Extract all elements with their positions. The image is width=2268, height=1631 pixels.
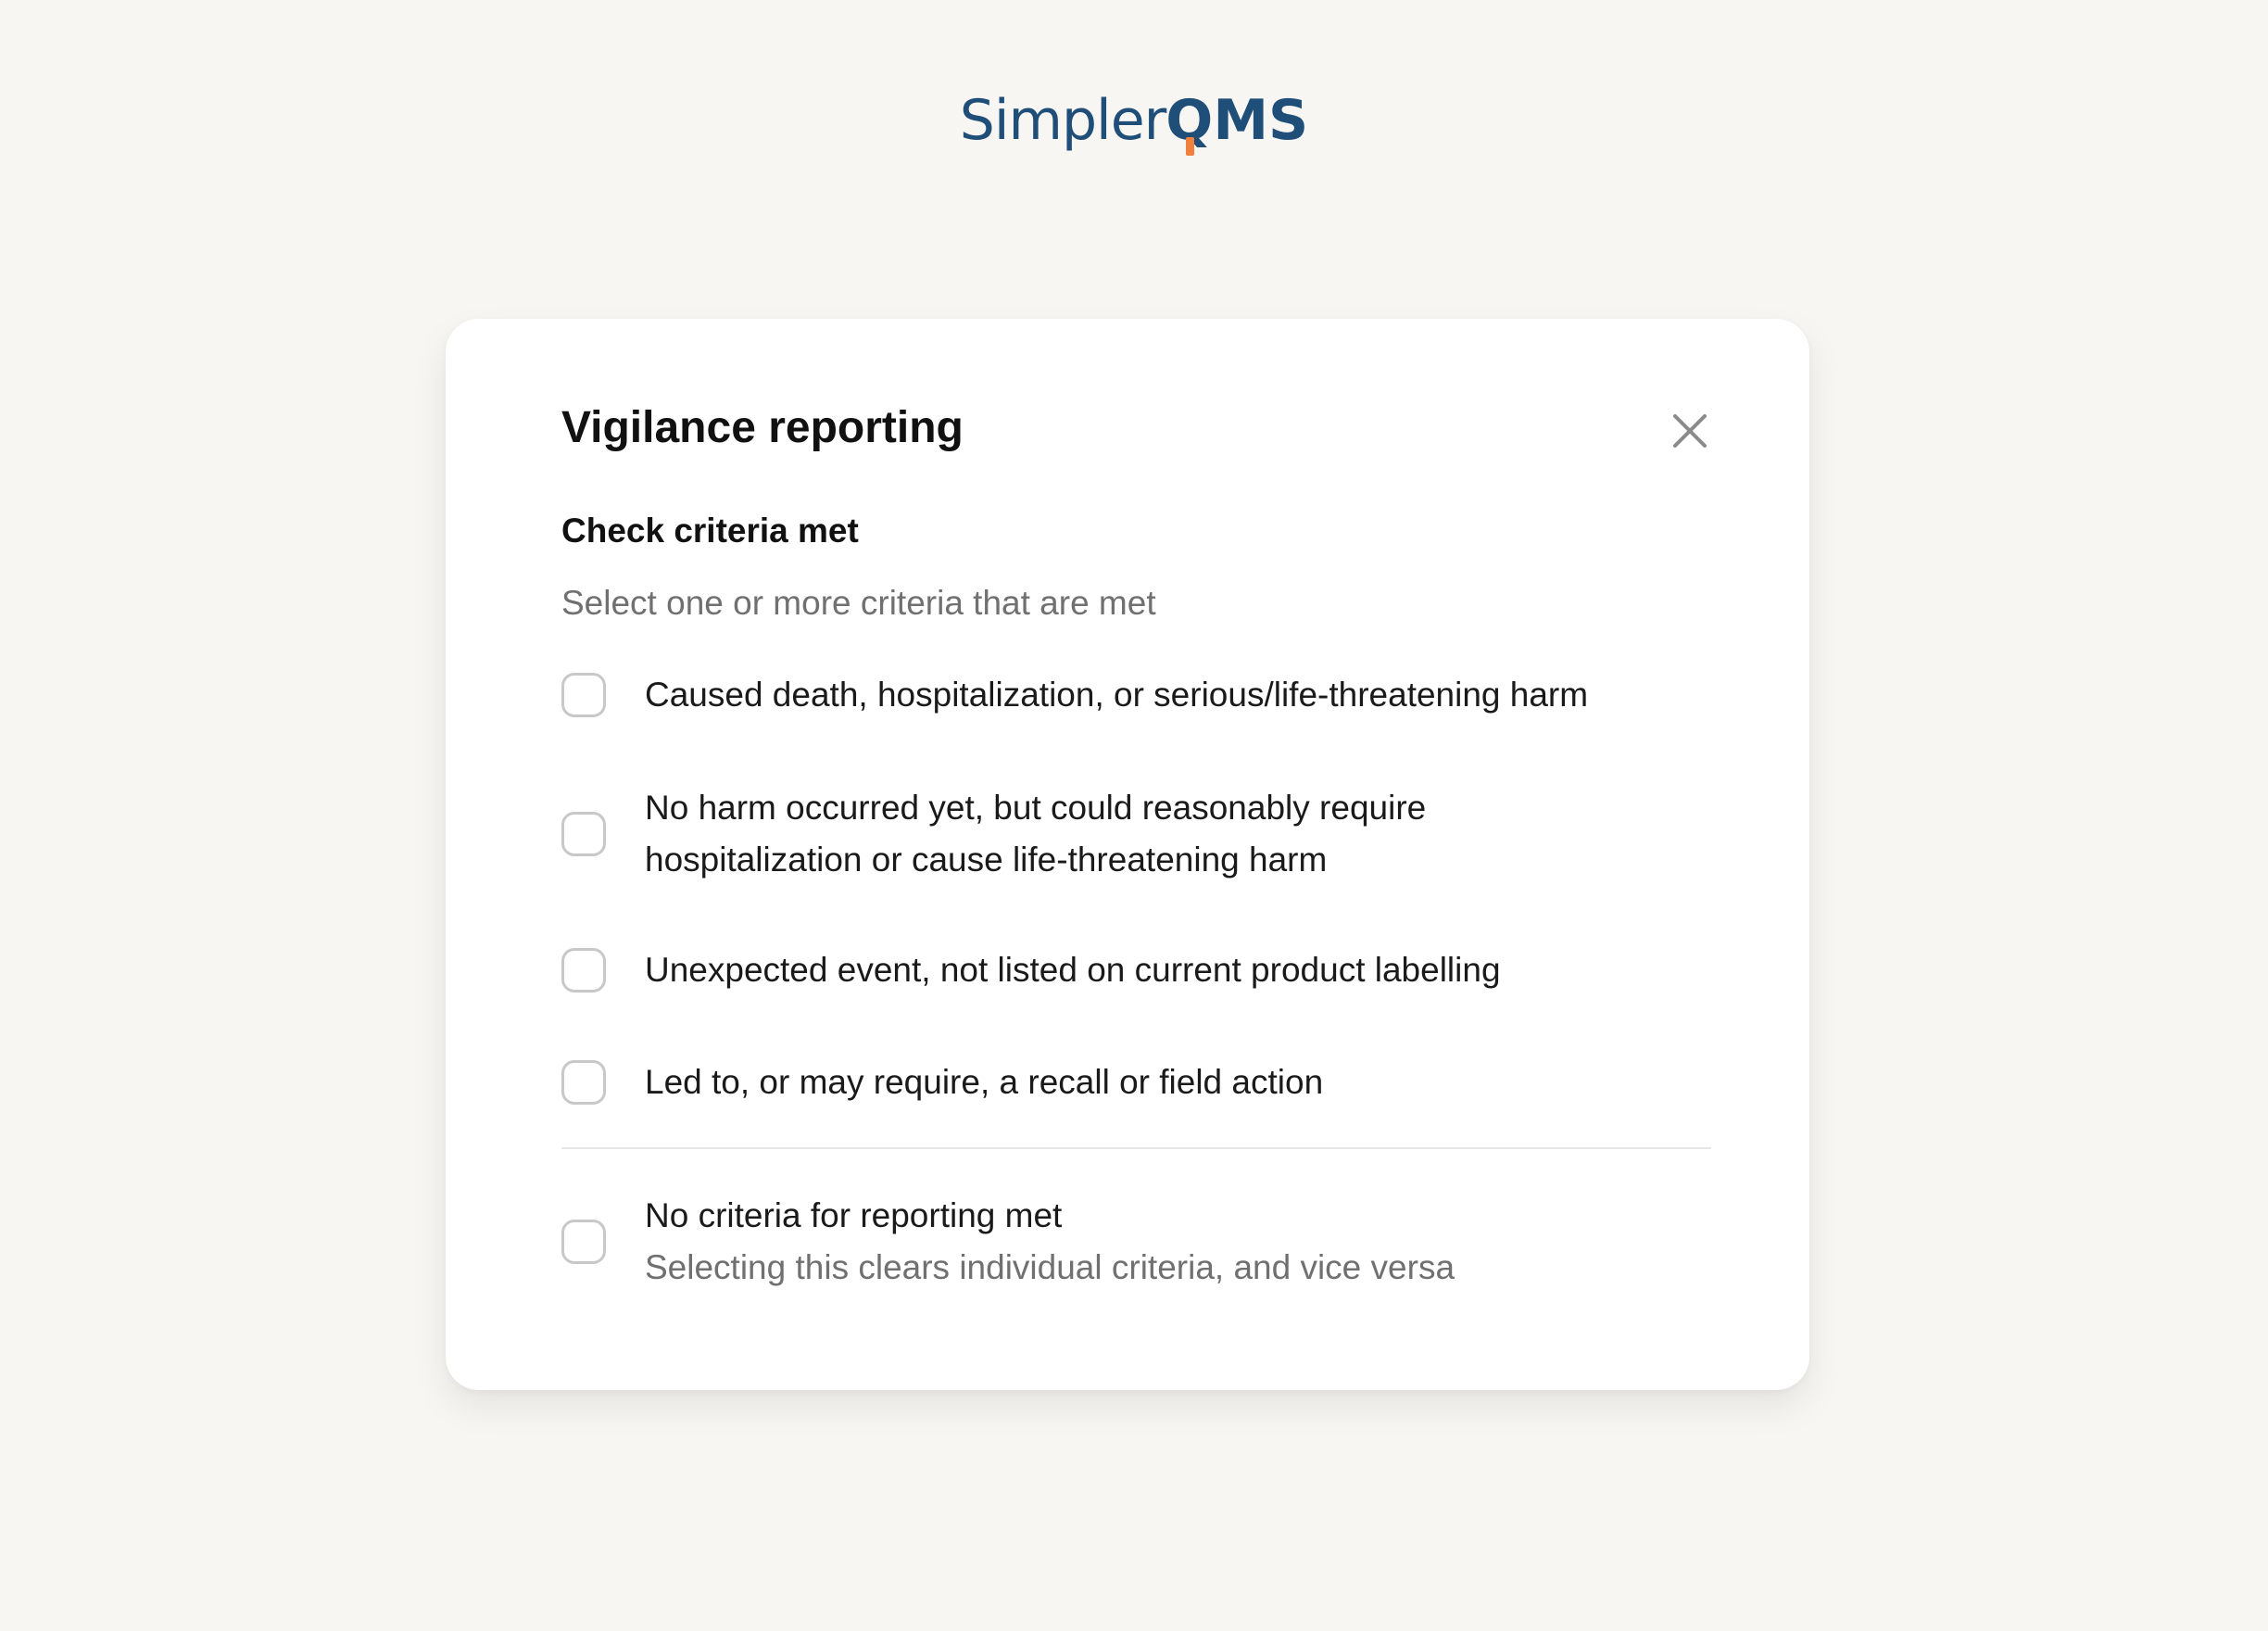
none-option-label: No criteria for reporting met: [645, 1196, 1063, 1234]
option-label: Caused death, hospitalization, or seriou…: [645, 676, 1589, 714]
logo-accent-mark: [1185, 137, 1194, 156]
criteria-option-death-harm[interactable]: Caused death, hospitalization, or seriou…: [561, 669, 1710, 721]
dialog-title: Vigilance reporting: [561, 403, 964, 452]
logo-ms-text: MS: [1213, 88, 1309, 153]
logo-wordmark: Simpler Q MS: [959, 88, 1309, 156]
checkbox-unexpected-event[interactable]: [561, 948, 606, 993]
logo-simpler-text: Simpler: [959, 88, 1167, 153]
none-option-sublabel: Selecting this clears individual criteri…: [645, 1248, 1455, 1286]
checkbox-recall[interactable]: [561, 1060, 606, 1105]
criteria-option-recall[interactable]: Led to, or may require, a recall or fiel…: [561, 1056, 1710, 1108]
section-title: Check criteria met: [561, 512, 859, 550]
option-label-line1: No harm occurred yet, but could reasonab…: [645, 789, 1427, 827]
checkbox-death-harm[interactable]: [561, 673, 606, 717]
close-icon: [1673, 414, 1707, 448]
brand-logo: Simpler Q MS: [0, 88, 2268, 156]
close-button[interactable]: [1669, 410, 1711, 452]
option-label-line2: hospitalization or cause life-threatenin…: [645, 841, 1328, 879]
option-label: Unexpected event, not listed on current …: [645, 951, 1501, 989]
option-label: No harm occurred yet, but could reasonab…: [645, 782, 1426, 886]
section-subtitle: Select one or more criteria that are met: [561, 584, 1156, 622]
criteria-option-none[interactable]: No criteria for reporting met Selecting …: [561, 1190, 1710, 1294]
criteria-option-unexpected-event[interactable]: Unexpected event, not listed on current …: [561, 944, 1710, 996]
checkbox-none[interactable]: [561, 1220, 606, 1264]
vigilance-dialog: Vigilance reporting Check criteria met S…: [446, 319, 1809, 1390]
option-label: No criteria for reporting met Selecting …: [645, 1190, 1455, 1294]
divider: [561, 1147, 1711, 1149]
option-label: Led to, or may require, a recall or fiel…: [645, 1063, 1324, 1101]
checkbox-potential-harm[interactable]: [561, 812, 606, 856]
logo-q-letter: Q: [1166, 93, 1213, 156]
criteria-option-potential-harm[interactable]: No harm occurred yet, but could reasonab…: [561, 782, 1710, 886]
